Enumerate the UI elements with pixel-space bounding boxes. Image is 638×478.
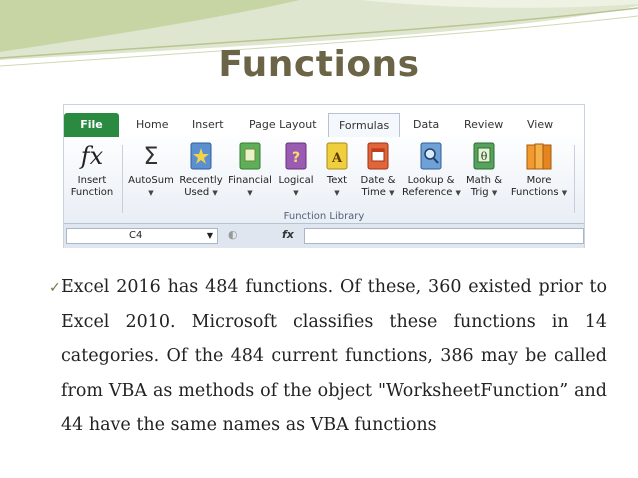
insert-function-fx-button[interactable]: ◐ fx xyxy=(224,228,304,244)
formula-bar-resize-icon: ◐ xyxy=(228,228,238,241)
svg-text:?: ? xyxy=(292,150,300,166)
chevron-down-icon: ▼ xyxy=(561,189,568,197)
body-paragraph: Excel 2016 has 484 functions. Of these, … xyxy=(61,277,607,435)
lookup-reference-label-row: Reference ▼ xyxy=(402,187,461,199)
lookup-reference-label-2: Reference xyxy=(402,187,453,198)
text-label: Text xyxy=(326,175,348,186)
date-time-label-1: Date & xyxy=(360,175,396,186)
tab-review[interactable]: Review xyxy=(464,117,503,133)
tab-insert[interactable]: Insert xyxy=(192,117,224,133)
tab-view[interactable]: View xyxy=(527,117,553,133)
autosum-label: AutoSum xyxy=(128,175,174,186)
chevron-down-icon: ▼ xyxy=(455,189,461,197)
fx-label: fx xyxy=(282,228,294,241)
more-functions-label-1: More xyxy=(526,175,552,186)
sigma-icon: Σ xyxy=(143,142,159,170)
svg-text:θ: θ xyxy=(481,150,488,163)
tab-page-layout[interactable]: Page Layout xyxy=(249,117,317,133)
svg-text:A: A xyxy=(331,151,343,166)
date-time-label-row: Time ▼ xyxy=(358,187,398,199)
theta-book-icon: θ xyxy=(473,142,495,170)
chevron-down-icon: ▼ xyxy=(491,189,498,197)
function-library-label: Function Library xyxy=(283,211,365,222)
financial-label: Financial xyxy=(228,175,272,186)
question-book-icon: ? xyxy=(285,142,307,170)
insert-function-button[interactable]: fx Insert Function xyxy=(68,141,116,199)
star-book-icon xyxy=(190,142,212,170)
logical-button[interactable]: ? Logical ▼ xyxy=(276,141,316,199)
chevron-down-icon: ▼ xyxy=(247,189,253,197)
slide-title: Functions xyxy=(218,44,420,85)
financial-book-icon xyxy=(239,142,261,170)
chevron-down-icon: ▼ xyxy=(212,189,218,197)
name-box[interactable]: C4 ▼ xyxy=(66,228,218,244)
insert-function-label-2: Function xyxy=(70,187,114,198)
more-functions-label-2: Functions xyxy=(510,187,559,198)
checkmark-icon: ✓ xyxy=(49,280,61,296)
math-trig-label-row: Trig ▼ xyxy=(462,187,506,199)
name-box-value: C4 xyxy=(129,230,143,241)
recently-used-label-2: Used xyxy=(184,187,210,198)
insert-function-label-1: Insert xyxy=(77,175,107,186)
formula-input[interactable] xyxy=(304,228,584,244)
chevron-down-icon: ▼ xyxy=(293,189,299,197)
formula-bar-row: C4 ▼ ◐ fx xyxy=(64,223,584,248)
recently-used-label-1: Recently xyxy=(179,175,223,186)
logical-label: Logical xyxy=(278,175,314,186)
math-trig-button[interactable]: θ Math & Trig ▼ xyxy=(462,141,506,199)
tab-formulas[interactable]: Formulas xyxy=(328,113,401,137)
group-separator xyxy=(122,145,123,213)
chevron-down-icon[interactable]: ▼ xyxy=(207,229,213,243)
fx-icon: fx xyxy=(80,142,104,170)
math-trig-label-1: Math & xyxy=(466,175,502,186)
math-trig-label-2: Trig xyxy=(470,187,489,198)
autosum-button[interactable]: Σ AutoSum ▼ xyxy=(126,141,176,199)
tab-file[interactable]: File xyxy=(64,113,119,137)
chevron-down-icon: ▼ xyxy=(389,189,395,197)
date-time-button[interactable]: Date & Time ▼ xyxy=(358,141,398,199)
books-stack-icon xyxy=(526,143,552,170)
magnifier-book-icon xyxy=(420,142,442,170)
excel-ribbon: File Home Insert Page Layout Formulas Da… xyxy=(63,104,585,248)
tab-home[interactable]: Home xyxy=(136,117,168,133)
lookup-reference-button[interactable]: Lookup & Reference ▼ xyxy=(402,141,461,199)
lookup-reference-label-1: Lookup & xyxy=(407,175,455,186)
calendar-book-icon xyxy=(367,142,389,170)
function-library-group: fx Insert Function Σ AutoSum ▼ Recently … xyxy=(64,137,584,223)
tab-data[interactable]: Data xyxy=(413,117,439,133)
more-functions-label-row: Functions ▼ xyxy=(508,187,570,199)
recently-used-button[interactable]: Recently Used ▼ xyxy=(178,141,224,199)
chevron-down-icon: ▼ xyxy=(148,189,154,197)
date-time-label-2: Time xyxy=(361,187,386,198)
text-book-icon: A xyxy=(326,142,348,170)
ribbon-tab-bar: File Home Insert Page Layout Formulas Da… xyxy=(64,105,584,138)
chevron-down-icon: ▼ xyxy=(334,189,340,197)
more-functions-button[interactable]: More Functions ▼ xyxy=(508,141,570,199)
group-separator xyxy=(574,145,575,213)
recently-used-label-row: Used ▼ xyxy=(178,187,224,199)
financial-button[interactable]: Financial ▼ xyxy=(226,141,274,199)
text-button[interactable]: A Text ▼ xyxy=(322,141,352,199)
